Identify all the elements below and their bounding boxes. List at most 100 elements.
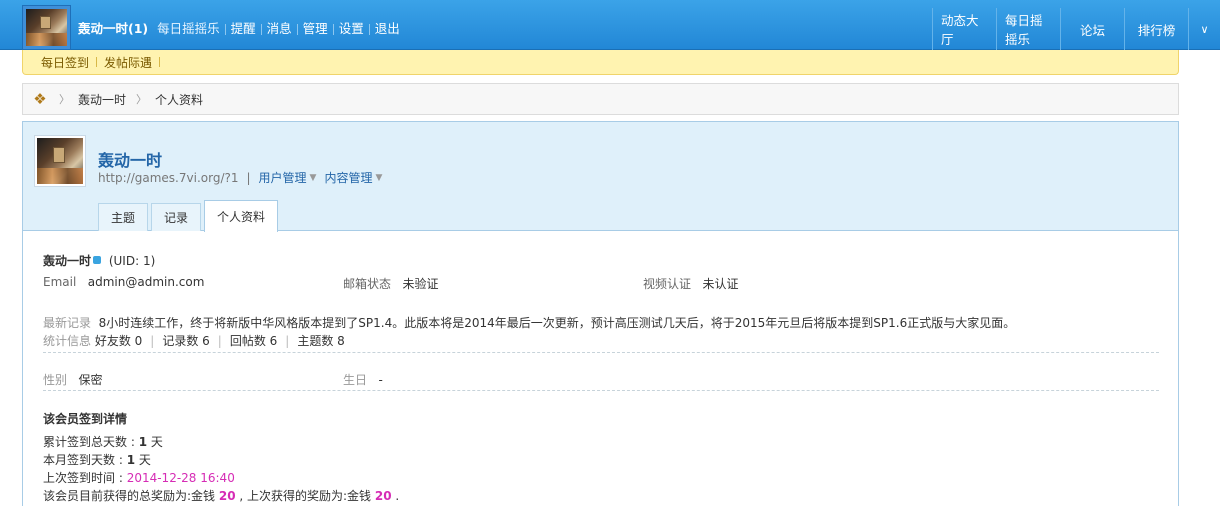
profile-links: http://games.7vi.org/?1 | 用户管理 ▼ 内容管理 ▼ <box>98 169 390 186</box>
stat-records[interactable]: 记录数 6 <box>162 334 209 348</box>
reward-total-label: 该会员目前获得的总奖励为:金钱 <box>43 489 219 503</box>
stat-threads[interactable]: 主题数 8 <box>297 334 344 348</box>
stat-divider: | <box>217 334 222 348</box>
nav-messages[interactable]: 消息 <box>267 20 292 38</box>
nav-settings[interactable]: 设置 <box>339 20 364 38</box>
latest-label: 最新记录 <box>43 316 92 330</box>
info-uid: (UID: 1) <box>108 254 156 268</box>
tab-threads[interactable]: 主题 <box>98 203 149 231</box>
avatar-image <box>37 138 83 184</box>
video-value: 未认证 <box>702 277 739 291</box>
content-manage-menu[interactable]: 内容管理 <box>324 169 372 186</box>
nav-admin[interactable]: 管理 <box>303 20 328 38</box>
video-row: 视频认证 未认证 <box>643 275 738 292</box>
birthday-value: - <box>378 373 383 387</box>
latest-record[interactable]: 8小时连续工作，终于将新版中华风格版本提到了SP1.4。此版本将是2014年最后… <box>99 316 1016 330</box>
email-label: Email <box>43 275 77 289</box>
signin-total-unit: 天 <box>147 435 163 449</box>
email-status-row: 邮箱状态 未验证 <box>343 275 438 292</box>
latest-record-row: 最新记录 8小时连续工作，终于将新版中华风格版本提到了SP1.4。此版本将是20… <box>43 314 1015 331</box>
breadcrumb-arrow-icon: 〉 <box>136 93 148 106</box>
breadcrumb-user[interactable]: 轰动一时 <box>78 91 126 108</box>
nav-daily-shake[interactable]: 每日摇摇乐 <box>157 20 220 38</box>
caret-down-icon[interactable]: ▼ <box>310 173 317 183</box>
reward-last-label: , 上次获得的奖励为:金钱 <box>235 489 375 503</box>
signin-total-value: 1 <box>138 435 148 449</box>
nav-logout[interactable]: 退出 <box>375 20 400 38</box>
email-status-label: 邮箱状态 <box>343 277 392 291</box>
subnav-divider <box>96 57 98 67</box>
signin-month-unit: 天 <box>135 453 151 467</box>
tab-ranking[interactable]: 排行榜 <box>1124 8 1188 50</box>
caret-down-icon[interactable]: ▼ <box>375 173 382 183</box>
email-row: Email admin@admin.com <box>43 275 204 289</box>
signin-total-row: 累计签到总天数 : 1 天 <box>43 433 163 450</box>
gender-value: 保密 <box>78 373 103 387</box>
breadcrumb-arrow-icon: 〉 <box>59 93 70 106</box>
profile-name[interactable]: 轰动一时 <box>98 147 162 171</box>
reward-end: . <box>391 489 400 503</box>
sub-nav: 每日签到 发帖际遇 <box>22 50 1179 75</box>
reward-total-value: 20 <box>218 489 236 503</box>
user-manage-menu[interactable]: 用户管理 <box>259 169 307 186</box>
email-status-value: 未验证 <box>402 277 439 291</box>
signin-title: 该会员签到详情 <box>43 410 127 427</box>
signin-last-row: 上次签到时间 : 2014-12-28 16:40 <box>43 469 235 486</box>
profile-avatar[interactable] <box>34 135 86 187</box>
signin-month-row: 本月签到天数 : 1 天 <box>43 451 151 468</box>
info-username: 轰动一时 <box>43 254 92 268</box>
stat-friends[interactable]: 好友数 0 <box>95 334 142 348</box>
email-value: admin@admin.com <box>87 275 205 289</box>
nav-divider <box>296 23 298 35</box>
stats-label: 统计信息 <box>43 334 92 348</box>
tab-profile[interactable]: 个人资料 <box>204 200 279 232</box>
stats-row: 统计信息 好友数 0 | 记录数 6 | 回帖数 6 | 主题数 8 <box>43 332 345 349</box>
chevron-down-icon[interactable]: ∨ <box>1188 8 1220 50</box>
nav-divider <box>224 23 226 35</box>
username-row: 轰动一时 (UID: 1) <box>43 252 155 269</box>
breadcrumb: ❖ 〉 轰动一时 〉 个人资料 <box>22 83 1179 115</box>
tab-daily-shake[interactable]: 每日摇摇乐 <box>996 8 1060 50</box>
tab-forum[interactable]: 论坛 <box>1060 8 1124 50</box>
nav-reminders[interactable]: 提醒 <box>231 20 256 38</box>
signin-month-label: 本月签到天数 : <box>43 453 127 467</box>
profile-tabs: 主题 记录 个人资料 <box>98 199 281 232</box>
divider <box>43 390 1159 391</box>
reward-last-value: 20 <box>374 489 392 503</box>
top-bar: 轰动一时(1) 每日摇摇乐 提醒 消息 管理 设置 退出 动态大厅 每日摇摇乐 … <box>0 0 1220 50</box>
birthday-row: 生日 - <box>343 371 383 388</box>
profile-card: 轰动一时 http://games.7vi.org/?1 | 用户管理 ▼ 内容… <box>22 121 1179 506</box>
signin-last-label: 上次签到时间 : <box>43 471 127 485</box>
user-avatar[interactable] <box>22 5 71 50</box>
birthday-label: 生日 <box>343 373 368 387</box>
nav-divider <box>332 23 334 35</box>
subnav-divider <box>159 57 161 67</box>
online-status-icon <box>93 256 102 264</box>
breadcrumb-current: 个人资料 <box>155 92 204 107</box>
link-divider: | <box>246 170 251 185</box>
avatar-image <box>26 9 67 46</box>
subnav-post-encounter[interactable]: 发帖际遇 <box>104 54 152 71</box>
right-tabs: 动态大厅 每日摇摇乐 论坛 排行榜 <box>932 8 1188 50</box>
tab-activity-hall[interactable]: 动态大厅 <box>932 8 996 50</box>
signin-month-value: 1 <box>126 453 136 467</box>
signin-reward-row: 该会员目前获得的总奖励为:金钱 20 , 上次获得的奖励为:金钱 20 . <box>43 487 399 504</box>
stat-divider: | <box>150 334 155 348</box>
gender-label: 性别 <box>43 373 68 387</box>
gender-row: 性别 保密 <box>43 371 102 388</box>
stat-divider: | <box>285 334 290 348</box>
divider <box>43 352 1159 353</box>
nav-divider <box>368 23 370 35</box>
profile-header: 轰动一时 http://games.7vi.org/?1 | 用户管理 ▼ 内容… <box>23 122 1178 232</box>
stat-replies[interactable]: 回帖数 6 <box>230 334 277 348</box>
subnav-daily-signin[interactable]: 每日签到 <box>41 54 89 71</box>
profile-url[interactable]: http://games.7vi.org/?1 <box>98 171 238 185</box>
username-link[interactable]: 轰动一时(1) <box>78 20 148 38</box>
tab-records[interactable]: 记录 <box>151 203 202 231</box>
signin-total-label: 累计签到总天数 : <box>43 435 139 449</box>
signin-last-value: 2014-12-28 16:40 <box>126 471 235 485</box>
signin-section-title: 该会员签到详情 <box>43 412 128 426</box>
video-label: 视频认证 <box>643 277 692 291</box>
nav-divider <box>260 23 262 35</box>
home-signpost-icon[interactable]: ❖ <box>31 90 49 108</box>
